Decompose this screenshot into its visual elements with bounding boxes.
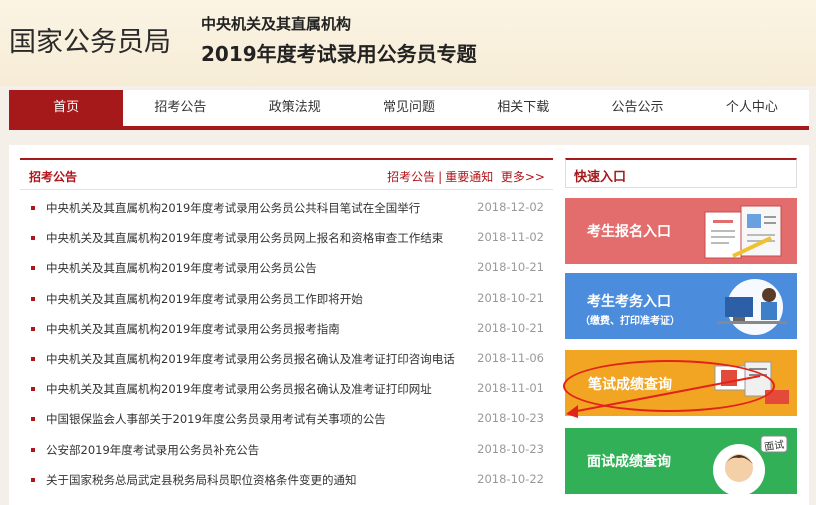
news-link[interactable]: 关于国家税务总局武定县税务局科员职位资格条件变更的通知: [46, 472, 357, 488]
nav-public-notices[interactable]: 公告公示: [580, 90, 694, 126]
list-item: 中央机关及其直属机构2019年度考试录用公务员网上报名和资格审查工作结束 2018…: [20, 224, 553, 254]
tab-separator: |: [438, 170, 443, 184]
news-date: 2018-11-06: [477, 350, 544, 365]
bullet-icon: [31, 296, 35, 301]
nav-downloads[interactable]: 相关下载: [466, 90, 580, 126]
news-date: 2018-10-21: [477, 290, 544, 305]
bullet-icon: [31, 326, 35, 331]
news-date: 2018-10-22: [477, 471, 544, 486]
news-link[interactable]: 中央机关及其直属机构2019年度考试录用公务员工作即将开始: [46, 291, 363, 307]
news-date: 2018-10-21: [477, 260, 544, 275]
bullet-icon: [31, 266, 35, 271]
bullet-icon: [31, 387, 35, 392]
application-form-icon: [704, 205, 782, 259]
more-link[interactable]: 更多>>: [501, 170, 545, 184]
site-header: 国家公务员局 中央机关及其直属机构 2019年度考试录用公务员专题: [0, 0, 816, 86]
computer-user-icon: [717, 279, 787, 335]
news-link[interactable]: 中央机关及其直属机构2019年度考试录用公务员公告: [46, 260, 317, 276]
registration-entry-button[interactable]: 考生报名入口: [565, 198, 797, 264]
nav-home[interactable]: 首页: [9, 90, 124, 126]
news-link[interactable]: 中央机关及其直属机构2019年度考试录用公务员报名确认及准考证打印咨询电话: [46, 351, 455, 367]
list-item: 公安部2019年度考试录用公务员补充公告 2018-10-23: [20, 436, 553, 466]
site-logo[interactable]: 国家公务员局: [9, 20, 171, 59]
exam-affairs-entry-button[interactable]: 考生考务入口 （缴费、打印准考证）: [565, 273, 797, 339]
nav-policies[interactable]: 政策法规: [238, 90, 352, 126]
main-nav: 首页 招考公告 政策法规 常见问题 相关下载 公告公示 个人中心: [9, 90, 809, 126]
list-item: 中央机关及其直属机构2019年度考试录用公务员报考指南 2018-10-21: [20, 315, 553, 345]
news-date: 2018-11-02: [477, 230, 544, 245]
bullet-icon: [31, 417, 35, 422]
list-item: 中央机关及其直属机构2019年度考试录用公务员工作即将开始 2018-10-21: [20, 285, 553, 315]
news-section-title: 招考公告: [29, 170, 78, 184]
news-date: 2018-10-21: [477, 320, 544, 335]
bullet-icon: [31, 356, 35, 361]
list-item: 中央机关及其直属机构2019年度考试录用公务员报名确认及准考证打印咨询电话 201…: [20, 345, 553, 375]
nav-user-center[interactable]: 个人中心: [695, 90, 809, 126]
news-link[interactable]: 中国银保监会人事部关于2019年度公务员录用考试有关事项的公告: [46, 411, 386, 427]
tab-recruitment-notices[interactable]: 招考公告: [387, 170, 435, 184]
news-list: 中央机关及其直属机构2019年度考试录用公务员公共科目笔试在全国举行 2018-1…: [20, 194, 553, 496]
list-item: 中国银保监会人事部关于2019年度公务员录用考试有关事项的公告 2018-10-2…: [20, 405, 553, 435]
tab-important-notices[interactable]: 重要通知: [445, 170, 493, 184]
news-tabs: 招考公告 | 重要通知 更多>>: [387, 168, 545, 185]
quick-entry-header: 快速入口: [565, 158, 797, 188]
interview-score-query-button[interactable]: 面试成绩查询 面试: [565, 428, 797, 494]
list-item: 中央机关及其直属机构2019年度考试录用公务员公告 2018-10-21: [20, 254, 553, 284]
nav-recruitment-notices[interactable]: 招考公告: [123, 90, 237, 126]
news-link[interactable]: 中央机关及其直属机构2019年度考试录用公务员网上报名和资格审查工作结束: [46, 230, 443, 246]
list-item: 中央机关及其直属机构2019年度考试录用公务员报名确认及准考证打印网址 2018-…: [20, 375, 553, 405]
news-section: 招考公告 招考公告 | 重要通知 更多>> 中央机关及其直属机构2019年度考试录用…: [20, 158, 553, 505]
header-title: 2019年度考试录用公务员专题: [201, 42, 477, 66]
news-link[interactable]: 公安部2019年度考试录用公务员补充公告: [46, 442, 259, 458]
news-date: 2018-10-23: [477, 441, 544, 456]
divider: [20, 189, 553, 190]
news-link[interactable]: 中央机关及其直属机构2019年度考试录用公务员公共科目笔试在全国举行: [46, 200, 420, 216]
news-link[interactable]: 中央机关及其直属机构2019年度考试录用公务员报名确认及准考证打印网址: [46, 381, 432, 397]
bullet-icon: [31, 206, 35, 210]
interview-badge: 面试: [763, 439, 785, 454]
highlight-ellipse: [563, 360, 775, 412]
bullet-icon: [31, 236, 35, 241]
news-date: 2018-12-02: [477, 200, 544, 214]
list-item: 关于国家税务总局武定县税务局科员职位资格条件变更的通知 2018-10-22: [20, 466, 553, 496]
header-subtitle: 中央机关及其直属机构: [201, 15, 352, 33]
news-link[interactable]: 中央机关及其直属机构2019年度考试录用公务员报考指南: [46, 321, 340, 337]
news-date: 2018-11-01: [477, 381, 544, 396]
news-date: 2018-10-23: [477, 411, 544, 426]
bullet-icon: [31, 447, 35, 452]
nav-faq[interactable]: 常见问题: [352, 90, 466, 126]
bullet-icon: [31, 477, 35, 482]
list-item: 中央机关及其直属机构2019年度考试录用公务员公共科目笔试在全国举行 2018-1…: [20, 194, 553, 224]
quick-entry-title: 快速入口: [574, 170, 627, 185]
